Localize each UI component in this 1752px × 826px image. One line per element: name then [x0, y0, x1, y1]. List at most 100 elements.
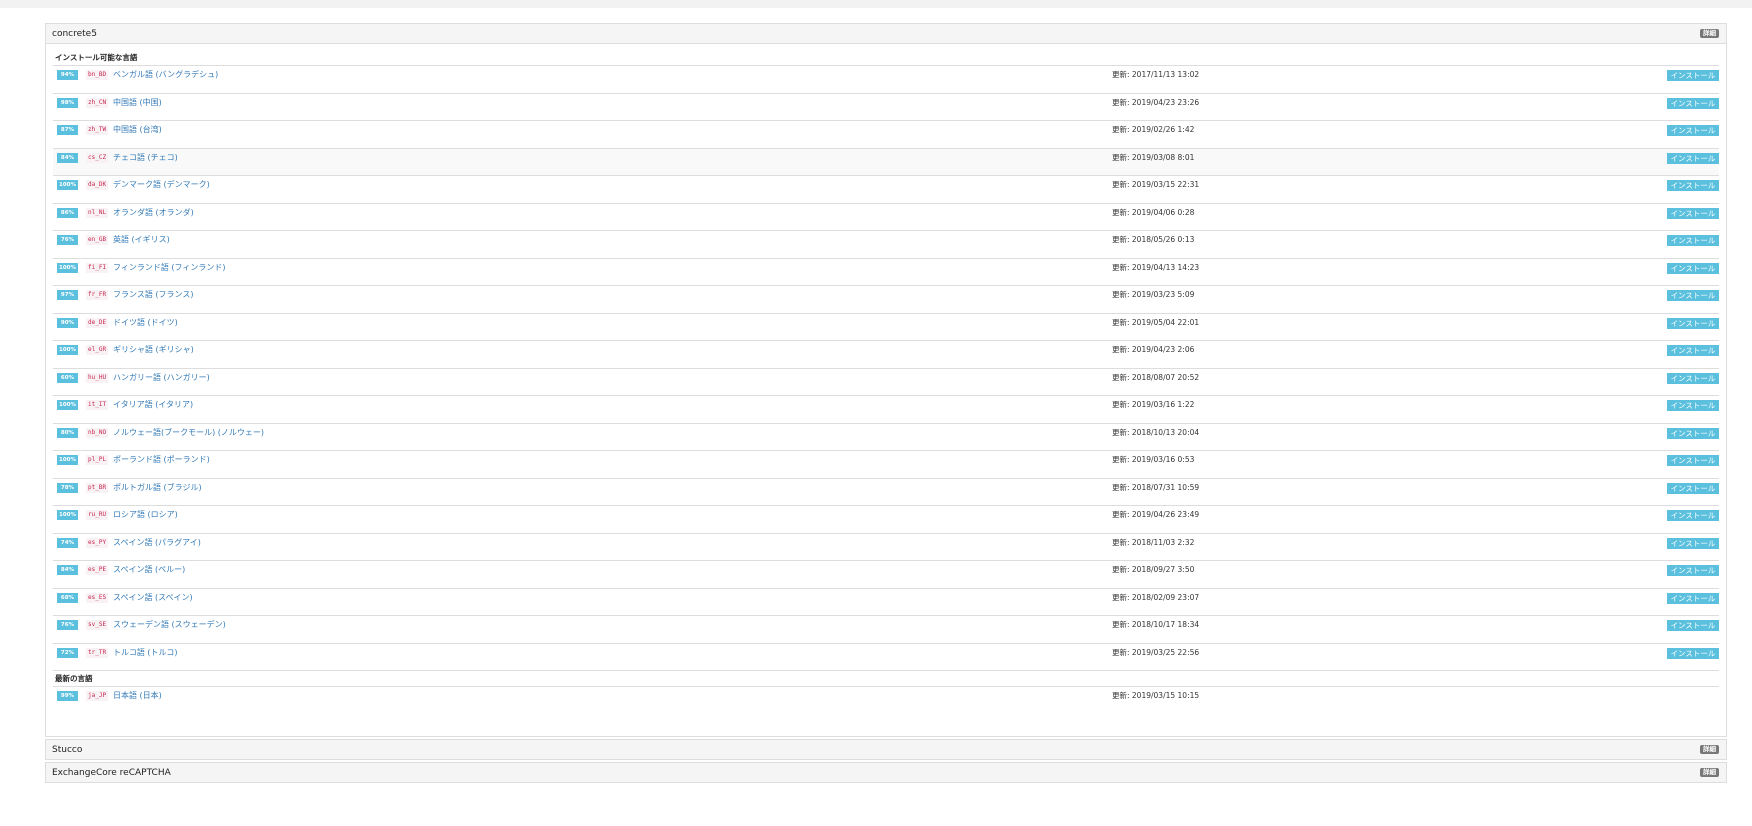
translation-progress-badge: 84%	[57, 152, 78, 163]
language-name-link[interactable]: 日本語 (日本)	[113, 690, 162, 701]
install-button[interactable]: インストール	[1667, 180, 1719, 191]
install-button[interactable]: インストール	[1667, 647, 1719, 659]
language-row: 78% pt_BR ポルトガル語 (ブラジル) 更新: 2018/07/31 10:5…	[53, 479, 1719, 506]
language-row: 90% de_DE ドイツ語 (ドイツ) 更新: 2019/05/04 22:01 イン…	[53, 314, 1719, 341]
updated-timestamp: 更新: 2019/02/26 1:42	[1112, 125, 1195, 134]
language-name-link[interactable]: ポーランド語 (ポーランド)	[113, 454, 210, 465]
locale-code: ja_JP	[86, 691, 109, 701]
language-name-link[interactable]: スペイン語 (パラグアイ)	[113, 537, 201, 548]
translation-progress-badge: 76%	[57, 235, 78, 245]
locale-code: cs_CZ	[86, 152, 109, 163]
language-name-link[interactable]: ロシア語 (ロシア)	[113, 509, 178, 520]
updated-timestamp: 更新: 2019/04/26 23:49	[1112, 510, 1200, 519]
install-button[interactable]: インストール	[1667, 455, 1719, 466]
language-row: 84% es_PE スペイン語 (ペルー) 更新: 2018/09/27 3:50 イン…	[53, 561, 1719, 589]
installable-languages-list: 94% bn_BD ベンガル語 (バングラデシュ) 更新: 2017/11/13 13…	[53, 66, 1719, 671]
latest-languages-heading: 最新の言語	[53, 671, 1719, 687]
language-name-link[interactable]: フィンランド語 (フィンランド)	[113, 262, 225, 273]
details-button[interactable]: 詳細	[1700, 745, 1719, 754]
updated-timestamp: 更新: 2018/09/27 3:50	[1112, 565, 1195, 574]
panel-body: インストール可能な言語 94% bn_BD ベンガル語 (バングラデシュ) 更新: 2…	[46, 50, 1726, 715]
language-row: 72% tr_TR トルコ語 (トルコ) 更新: 2019/03/25 22:56 イン…	[53, 644, 1719, 671]
language-name-link[interactable]: ハンガリー語 (ハンガリー)	[113, 372, 210, 383]
updated-timestamp: 更新: 2018/10/17 18:34	[1112, 620, 1200, 629]
panel-header[interactable]: Stucco 詳細	[46, 740, 1726, 759]
translation-progress-badge: 87%	[57, 125, 78, 135]
language-row: 84% cs_CZ チェコ語 (チェコ) 更新: 2019/03/08 8:01 インス…	[53, 148, 1719, 176]
translation-progress-badge: 80%	[57, 427, 78, 438]
updated-timestamp: 更新: 2019/05/04 22:01	[1112, 317, 1200, 327]
translation-progress-badge: 84%	[57, 565, 78, 575]
install-button[interactable]: インストール	[1667, 262, 1719, 274]
language-name-link[interactable]: スペイン語 (ペルー)	[113, 564, 185, 575]
locale-code: pl_PL	[86, 455, 109, 465]
install-button[interactable]: インストール	[1667, 97, 1719, 109]
language-name-link[interactable]: 英語 (イギリス)	[113, 234, 170, 245]
install-button[interactable]: インストール	[1667, 125, 1719, 136]
details-button[interactable]: 詳細	[1700, 768, 1719, 777]
language-row: 98% zh_CN 中国語 (中国) 更新: 2019/04/23 23:26 インスト…	[53, 94, 1719, 121]
translation-progress-badge: 98%	[57, 97, 78, 108]
install-button[interactable]: インストール	[1667, 565, 1719, 576]
language-row: 99% ja_JP 日本語 (日本) 更新: 2019/03/15 10:15	[53, 687, 1719, 715]
locale-code: it_IT	[86, 400, 109, 410]
install-button[interactable]: インストール	[1667, 152, 1719, 164]
install-button[interactable]: インストール	[1667, 290, 1719, 301]
install-button[interactable]: インストール	[1667, 345, 1719, 356]
panel-header[interactable]: concrete5 詳細	[46, 24, 1726, 44]
install-button[interactable]: インストール	[1667, 482, 1719, 494]
translation-progress-badge: 72%	[57, 647, 78, 658]
translation-progress-badge: 90%	[57, 317, 78, 328]
locale-code: pt_BR	[86, 482, 109, 493]
translation-progress-badge: 74%	[57, 537, 78, 548]
language-name-link[interactable]: スウェーデン語 (スウェーデン)	[113, 619, 226, 630]
install-button[interactable]: インストール	[1667, 235, 1719, 246]
language-name-link[interactable]: トルコ語 (トルコ)	[113, 647, 177, 658]
locale-code: nl_NL	[86, 207, 109, 218]
package-panel-stucco: Stucco 詳細	[45, 739, 1727, 760]
language-name-link[interactable]: ポルトガル語 (ブラジル)	[113, 482, 202, 493]
language-name-link[interactable]: 中国語 (中国)	[113, 97, 162, 108]
language-name-link[interactable]: ベンガル語 (バングラデシュ)	[113, 69, 218, 80]
locale-code: sv_SE	[86, 620, 109, 630]
language-name-link[interactable]: イタリア語 (イタリア)	[113, 399, 193, 410]
language-name-link[interactable]: デンマーク語 (デンマーク)	[113, 179, 210, 190]
install-button[interactable]: インストール	[1667, 317, 1719, 329]
language-row: 100% it_IT イタリア語 (イタリア) 更新: 2019/03/16 1:22…	[53, 396, 1719, 424]
language-name-link[interactable]: フランス語 (フランス)	[113, 289, 193, 300]
updated-timestamp: 更新: 2018/10/13 20:04	[1112, 427, 1200, 437]
locale-code: hu_HU	[86, 372, 109, 383]
installable-languages-heading: インストール可能な言語	[53, 50, 1719, 66]
install-button[interactable]: インストール	[1667, 70, 1719, 81]
updated-timestamp: 更新: 2018/02/09 23:07	[1112, 592, 1200, 602]
language-row: 100% da_DK デンマーク語 (デンマーク) 更新: 2019/03/15 22…	[53, 176, 1719, 204]
language-name-link[interactable]: ノルウェー語(ブークモール) (ノルウェー)	[113, 427, 264, 438]
updated-timestamp: 更新: 2018/11/03 2:32	[1112, 537, 1195, 547]
panel-header[interactable]: ExchangeCore reCAPTCHA 詳細	[46, 763, 1726, 782]
install-button[interactable]: インストール	[1667, 592, 1719, 604]
updated-timestamp: 更新: 2019/04/23 2:06	[1112, 345, 1195, 354]
install-button[interactable]: インストール	[1667, 427, 1719, 439]
install-button[interactable]: インストール	[1667, 620, 1719, 631]
install-button[interactable]: インストール	[1667, 372, 1719, 384]
install-button[interactable]: インストール	[1667, 510, 1719, 521]
install-button[interactable]: インストール	[1667, 400, 1719, 411]
language-name-link[interactable]: ギリシャ語 (ギリシャ)	[113, 344, 194, 355]
translation-progress-badge: 100%	[57, 262, 78, 273]
updated-timestamp: 更新: 2019/04/06 0:28	[1112, 207, 1195, 217]
locale-code: de_DE	[86, 317, 109, 328]
language-name-link[interactable]: ドイツ語 (ドイツ)	[113, 317, 178, 328]
install-button[interactable]: インストール	[1667, 207, 1719, 219]
install-button[interactable]: インストール	[1667, 537, 1719, 549]
language-name-link[interactable]: オランダ語 (オランダ)	[113, 207, 194, 218]
locale-code: nb_NO	[86, 427, 109, 438]
package-title: ExchangeCore reCAPTCHA	[52, 767, 171, 778]
language-name-link[interactable]: チェコ語 (チェコ)	[113, 152, 178, 163]
language-name-link[interactable]: スペイン語 (スペイン)	[113, 592, 193, 603]
language-row: 100% pl_PL ポーランド語 (ポーランド) 更新: 2019/03/16 0:…	[53, 451, 1719, 479]
details-button[interactable]: 詳細	[1700, 29, 1719, 38]
locale-code: fi_FI	[86, 262, 109, 273]
locale-code: tr_TR	[86, 647, 109, 658]
package-title: concrete5	[52, 28, 97, 39]
language-name-link[interactable]: 中国語 (台湾)	[113, 124, 162, 135]
